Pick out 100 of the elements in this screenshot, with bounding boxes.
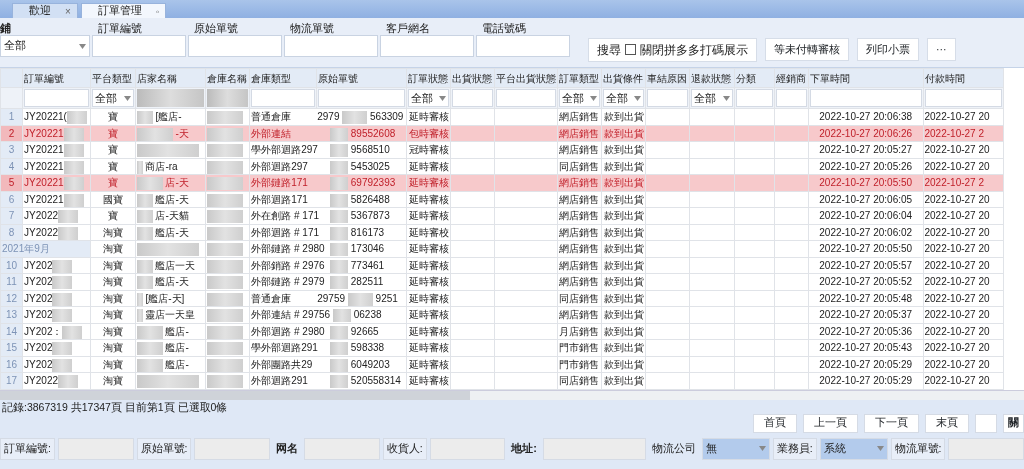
column-header[interactable]: 下單時間 [808, 68, 923, 88]
filter-field[interactable] [251, 89, 315, 107]
table-cell: 2022-10-27 20 [924, 325, 990, 337]
table-cell: 563309 [370, 111, 404, 123]
table-cell: 款到出貨 [603, 177, 644, 189]
dropdown-field[interactable]: 系統 [819, 437, 888, 460]
checkbox[interactable] [625, 44, 636, 55]
filter-field[interactable] [809, 89, 922, 107]
table-row[interactable]: 6 JY20221 國寶 艦店-天 外部迴路171 5826488 延時審核 網店銷售 款到出貨 2022-10-27 20:06:05 2022-10-27 20 [0, 191, 1004, 208]
filter-field[interactable] [496, 89, 556, 107]
input-field[interactable] [284, 35, 378, 57]
toolbar-button[interactable]: 等未付轉審核 [765, 37, 849, 62]
table-row[interactable]: 10 JY202 淘寶 艦店一天 外部銷路 # 2976 773461 延時審核 網店銷售 款到出貨 2022-10-27 20:05:57 2022-10-27 20 [0, 257, 1004, 274]
toolbar-button[interactable]: ··· [927, 37, 956, 62]
filter-field[interactable] [735, 89, 773, 107]
column-header[interactable]: 店家名稱 [135, 68, 206, 88]
table-cell: JY20221 [24, 144, 64, 156]
column-header[interactable]: 車結原因 [645, 68, 690, 88]
table-row[interactable]: 17 JY2022 淘寶 外部迴路291 520558314 延時審核 同店銷售 款到出貨 2022-10-27 20:05:29 2022-10-27 20 [0, 372, 1004, 389]
field-label: 原始單號 [193, 22, 239, 35]
table-row[interactable]: 2 JY20221 寶 -天 外部連結 89552608 包時審核 網店銷售 款到出貨 2022-10-27 20:06:26 2022-10-27 2 [0, 125, 1004, 142]
scrollbar-thumb[interactable] [0, 390, 470, 400]
field-label: 訂單編號: [0, 437, 55, 460]
column-header[interactable]: 平台類型 [90, 68, 136, 88]
table-row[interactable]: 14 JY202： 淘寶 艦店- 外部迴路 # 2980 92665 延時審核 月店銷售 款到出貨 2022-10-27 20:05:36 2022-10-27 20 [0, 323, 1004, 340]
input-field[interactable] [476, 35, 570, 57]
filter-dropdown[interactable]: 全部 [92, 89, 134, 107]
pager-button[interactable]: 首頁 [753, 413, 797, 433]
column-header[interactable]: 訂單編號 [22, 68, 91, 88]
table-cell: 網店銷售 [559, 210, 600, 222]
column-header[interactable]: 出貨條件 [601, 68, 646, 88]
filter-field[interactable] [317, 89, 405, 107]
table-row[interactable]: 7 JY2022 寶 店-天貓 外在創路 # 171 5367873 延時審核 網店銷售 款到出貨 2022-10-27 20:06:04 2022-10-27 20 [0, 207, 1004, 224]
column-header[interactable]: 經銷商 [774, 68, 809, 88]
filter-field[interactable] [924, 89, 1002, 107]
table-row[interactable]: 15 JY202 淘寶 艦店- 學外部迴路291 598338 延時審核 門市銷售 款到出貨 2022-10-27 20:05:43 2022-10-27 20 [0, 339, 1004, 356]
input-field[interactable] [380, 35, 474, 57]
filter-dropdown[interactable]: 全部 [602, 89, 645, 107]
table-row[interactable]: 13 JY202 淘寶 靈店一天皇 外部連結 # 29756 06238 延時審核 網店銷售 款到出貨 2022-10-27 20:05:37 2022-10-27 20 [0, 306, 1004, 323]
table-row[interactable]: 3 JY20221 寶 學外部迴路297 9568510 冠時審核 網店銷售 款到出貨 2022-10-27 20:05:27 2022-10-27 20 [0, 141, 1004, 158]
table-cell-text: 外部團路共29 [251, 357, 314, 372]
table-row[interactable]: 5 JY20221 寶 店-天 外部鏈路171 69792393 延時審核 網店銷售 款到出貨 2022-10-27 20:05:50 2022-10-27 2 [0, 174, 1004, 191]
table-cell: 2022-10-27 20:06:38 [819, 111, 913, 123]
dropdown-field[interactable]: 全部 [0, 35, 90, 57]
pager-button[interactable]: 末頁 [925, 413, 969, 433]
input-field[interactable] [188, 35, 282, 57]
tab[interactable]: 歡迎 × [12, 3, 78, 18]
input-field[interactable] [92, 35, 186, 57]
filter-field[interactable] [647, 89, 689, 107]
row-number: 5 [8, 177, 15, 189]
row-number: 14 [6, 325, 18, 337]
table-row[interactable]: 12 JY202 淘寶 [艦店-天] 普通倉庫 29759 9251 延時審核 同店銷售 款到出貨 2022-10-27 20:05:48 2022-10-27 20 [0, 290, 1004, 307]
column-header[interactable]: 退款狀態 [689, 68, 735, 88]
table-row[interactable]: 8 JY2022 淘寶 艦店-天 外部迴路 # 171 816173 延時審校 網店銷售 款到出貨 2022-10-27 20:06:02 2022-10-27 20 [0, 224, 1004, 241]
close-icon[interactable]: ◦ [155, 3, 160, 19]
table-row[interactable]: 1 JY20221( 寶 [艦店- 普通倉庫 2979 563309 延時審核 網店銷售 款到出貨 2022-10-27 20:06:38 2022-10-27 20 [0, 108, 1004, 125]
filter-field[interactable] [24, 89, 90, 107]
pager-button[interactable]: 上一頁 [803, 413, 858, 433]
pager-button[interactable]: 下一頁 [864, 413, 919, 433]
blurred-text [330, 342, 348, 356]
toolbar-button[interactable]: 列印小票 [857, 37, 919, 62]
table-cell: JY20221 [24, 193, 64, 205]
column-header[interactable]: 倉庫名稱 [205, 68, 250, 88]
filter-dropdown[interactable]: 全部 [408, 89, 450, 107]
table-cell: 2022-10-27 20 [924, 144, 990, 156]
table-cell: 淘寶 [103, 342, 124, 354]
table-row[interactable]: 2021年9月 淘寶 外部鏈路 # 2980 173046 延時審核 網店銷售 款到出貨 2022-10-27 20:05:50 2022-10-27 20 [0, 240, 1004, 257]
table-row[interactable]: 11 JY202 淘寶 艦店-天 外部鏈路 # 2979 282511 延時審核 網店銷售 款到出貨 2022-10-27 20:05:52 2022-10-27 20 [0, 273, 1004, 290]
column-header[interactable]: 訂單類型 [557, 68, 602, 88]
filter-dropdown[interactable]: 全部 [558, 89, 600, 107]
table-cell-text: 普通倉庫 [251, 110, 293, 125]
table-cell: 網店銷售 [559, 276, 600, 288]
blurred-text [52, 276, 73, 290]
table-cell: 延時審核 [408, 177, 449, 189]
page-input[interactable] [975, 413, 997, 433]
close-icon[interactable]: × [65, 3, 71, 19]
table-cell: 29759 [317, 292, 346, 304]
table-cell-text: 外部鏈路171 [251, 176, 309, 191]
table-cell: 9568510 [350, 144, 390, 156]
table-cell-text: 外部迴路 # 2980 [251, 324, 326, 339]
column-header[interactable]: 倉庫類型 [249, 68, 317, 88]
column-header[interactable]: 平台出貨狀態 [494, 68, 558, 88]
dropdown-field[interactable]: 無 [701, 437, 770, 460]
filter-field[interactable] [775, 89, 807, 107]
table-cell: JY2022 [24, 210, 59, 222]
field-label: 网名 [275, 441, 300, 457]
table-row[interactable]: 16 JY202 淘寶 艦店- 外部團路共29 6049203 延時審核 門市銷售 款到出貨 2022-10-27 20:05:29 2022-10-27 20 [0, 356, 1004, 373]
row-number: 7 [8, 210, 15, 222]
column-header[interactable]: 原始單號 [316, 68, 407, 88]
table-row[interactable]: 4 JY20221 寶 商店-ra 外部迴路297 5453025 延時審核 同店銷售 款到出貨 2022-10-27 20:05:26 2022-10-27 20 [0, 158, 1004, 175]
column-header[interactable]: 分類 [734, 68, 775, 88]
table-cell: 淘寶 [103, 259, 124, 271]
pager-button[interactable]: 關 [1003, 413, 1024, 433]
blurred-text [207, 127, 243, 141]
tab[interactable]: 訂單管理 ◦ [80, 3, 167, 18]
filter-dropdown[interactable]: 全部 [691, 89, 733, 107]
column-header[interactable]: 出貨狀態 [450, 68, 495, 88]
column-header[interactable]: 訂單狀態 [406, 68, 451, 88]
column-header[interactable]: 付款時間 [923, 68, 1004, 88]
filter-field[interactable] [452, 89, 494, 107]
